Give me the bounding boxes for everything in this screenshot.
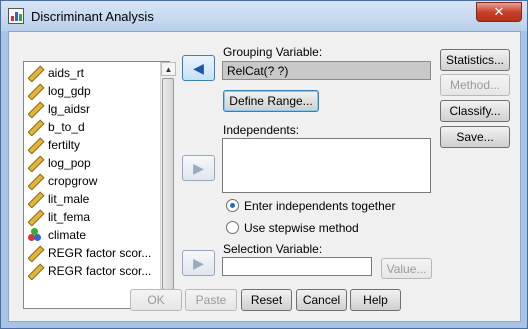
list-item[interactable]: log_gdp bbox=[28, 82, 154, 100]
grouping-variable-field[interactable]: RelCat(? ?) bbox=[222, 61, 431, 80]
ruler-scale-icon bbox=[28, 84, 42, 98]
independents-list[interactable] bbox=[222, 138, 431, 193]
ruler-scale-icon bbox=[28, 102, 42, 116]
window-title: Discriminant Analysis bbox=[31, 9, 154, 24]
list-item[interactable]: lit_male bbox=[28, 190, 154, 208]
ruler-scale-icon bbox=[28, 246, 42, 260]
paste-button[interactable]: Paste bbox=[185, 289, 237, 311]
define-range-button[interactable]: Define Range... bbox=[223, 90, 319, 112]
save-button[interactable]: Save... bbox=[440, 126, 510, 148]
ruler-scale-icon bbox=[28, 120, 42, 134]
selection-variable-label: Selection Variable: bbox=[223, 242, 323, 256]
title-bar[interactable]: Discriminant Analysis ✕ bbox=[1, 1, 527, 31]
list-item[interactable]: b_to_d bbox=[28, 118, 154, 136]
grouping-variable-label: Grouping Variable: bbox=[223, 45, 323, 59]
scroll-thumb[interactable] bbox=[162, 78, 174, 290]
list-item[interactable]: cropgrow bbox=[28, 172, 154, 190]
value-button[interactable]: Value... bbox=[381, 258, 432, 279]
help-button[interactable]: Help bbox=[350, 289, 401, 311]
enter-together-label[interactable]: Enter independents together bbox=[244, 199, 395, 213]
reset-button[interactable]: Reset bbox=[241, 289, 292, 311]
statistics-button[interactable]: Statistics... bbox=[440, 49, 510, 71]
ruler-scale-icon bbox=[28, 264, 42, 278]
move-to-independents-button[interactable]: ▶ bbox=[182, 155, 215, 181]
ruler-scale-icon bbox=[28, 174, 42, 188]
variable-list[interactable]: aids_rt log_gdp lg_aidsr b_to_d fertilty… bbox=[23, 61, 176, 309]
list-item[interactable]: fertilty bbox=[28, 136, 154, 154]
dialog-window: Discriminant Analysis ✕ aids_rt log_gdp … bbox=[0, 0, 528, 329]
list-item[interactable]: lg_aidsr bbox=[28, 100, 154, 118]
move-to-grouping-button[interactable]: ◀ bbox=[182, 55, 215, 81]
selection-variable-field[interactable] bbox=[222, 257, 372, 276]
arrow-left-icon: ◀ bbox=[193, 60, 204, 76]
spss-app-icon bbox=[8, 8, 24, 24]
enter-together-radio[interactable] bbox=[226, 199, 239, 212]
ruler-scale-icon bbox=[28, 210, 42, 224]
independents-label: Independents: bbox=[223, 123, 300, 137]
ruler-scale-icon bbox=[28, 66, 42, 80]
cancel-button[interactable]: Cancel bbox=[296, 289, 347, 311]
method-button[interactable]: Method... bbox=[440, 74, 510, 96]
list-item[interactable]: REGR factor scor... bbox=[28, 262, 154, 280]
list-item[interactable]: REGR factor scor... bbox=[28, 244, 154, 262]
stepwise-radio[interactable] bbox=[226, 221, 239, 234]
move-to-selection-button[interactable]: ▶ bbox=[182, 250, 215, 276]
list-item[interactable]: aids_rt bbox=[28, 64, 154, 82]
arrow-right-icon: ▶ bbox=[193, 255, 204, 271]
nominal-balls-icon bbox=[28, 227, 42, 242]
close-button[interactable]: ✕ bbox=[476, 2, 522, 22]
ruler-scale-icon bbox=[28, 156, 42, 170]
dialog-body: aids_rt log_gdp lg_aidsr b_to_d fertilty… bbox=[8, 31, 521, 322]
ok-button[interactable]: OK bbox=[130, 289, 182, 311]
list-item[interactable]: log_pop bbox=[28, 154, 154, 172]
ruler-scale-icon bbox=[28, 138, 42, 152]
arrow-right-icon: ▶ bbox=[193, 160, 204, 176]
vertical-scrollbar[interactable]: ▲ ▼ bbox=[160, 62, 176, 308]
stepwise-label[interactable]: Use stepwise method bbox=[244, 221, 359, 235]
ruler-scale-icon bbox=[28, 192, 42, 206]
scroll-up-icon[interactable]: ▲ bbox=[161, 62, 176, 76]
list-item[interactable]: climate bbox=[28, 226, 154, 244]
list-item[interactable]: lit_fema bbox=[28, 208, 154, 226]
classify-button[interactable]: Classify... bbox=[440, 100, 510, 122]
